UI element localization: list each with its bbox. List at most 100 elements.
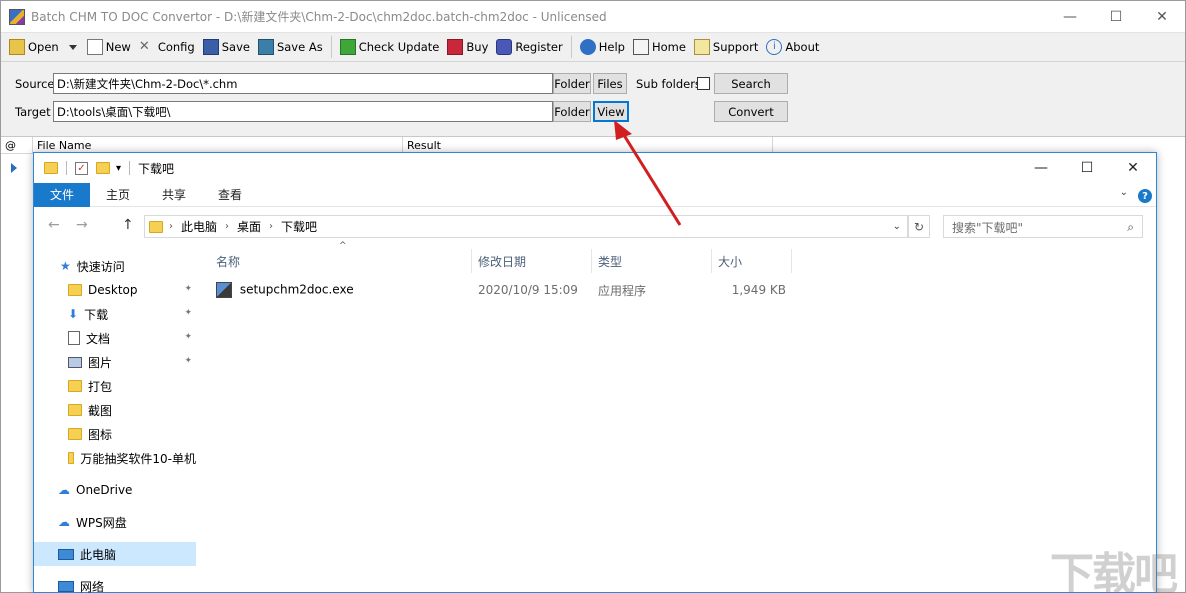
check-update-button[interactable]: Check Update (336, 35, 444, 59)
sidebar-item-pack[interactable]: 打包 (34, 374, 196, 398)
sidebar-item-screenshots[interactable]: 截图 (34, 398, 196, 422)
search-input[interactable]: 搜索"下载吧" ⌕ (943, 215, 1143, 238)
col-name[interactable]: 名称 (210, 249, 472, 273)
address-dropdown-icon[interactable]: ⌄ (893, 221, 901, 232)
file-modified-cell: 2020/10/9 15:09 (478, 283, 578, 297)
refresh-button[interactable]: ↻ (908, 215, 930, 238)
source-row: Source Folder Files Sub folders Search (1, 73, 1185, 95)
minimize-button[interactable]: — (1047, 1, 1093, 32)
document-icon (68, 331, 80, 345)
sidebar-item-desktop[interactable]: Desktop ✦ (34, 278, 196, 302)
help-icon[interactable]: ? (1138, 189, 1152, 203)
support-button[interactable]: Support (690, 35, 762, 59)
app-logo-icon (9, 8, 25, 25)
address-row: ← → ↑ › 此电脑 › 桌面 › 下载吧 ⌄ ↻ 搜索"下载吧" ⌕ (34, 213, 1156, 239)
breadcrumb-desktop[interactable]: 桌面 (231, 218, 267, 235)
config-button[interactable]: ✕ Config (135, 35, 199, 59)
sidebar-item-quick-access[interactable]: ★ 快速访问 (34, 254, 196, 278)
save-as-icon (257, 39, 274, 55)
open-button[interactable]: Open (5, 35, 63, 59)
folder-icon (44, 162, 58, 174)
pin-icon: ✦ (184, 356, 192, 366)
star-icon: ★ (60, 259, 71, 273)
forward-arrow-icon[interactable]: → (76, 217, 88, 233)
properties-check-icon[interactable]: ✓ (75, 161, 88, 175)
sidebar-item-this-pc[interactable]: 此电脑 (34, 542, 196, 566)
sidebar-item-downloads[interactable]: ⬇ 下载 ✦ (34, 302, 196, 326)
col-size[interactable]: 大小 (712, 249, 792, 273)
watermark-logo: 下载吧 (1050, 549, 1178, 593)
view-button[interactable]: View (593, 101, 629, 122)
row-indicator-icon (11, 163, 17, 173)
about-button[interactable]: i About (762, 35, 823, 59)
tab-home[interactable]: 主页 (90, 183, 146, 207)
update-icon (339, 39, 356, 55)
col-modified[interactable]: 修改日期 (472, 249, 592, 273)
sidebar-item-onedrive[interactable]: ☁ OneDrive (34, 478, 196, 502)
breadcrumb-separator-icon: › (169, 221, 173, 232)
help-button[interactable]: Help (576, 35, 629, 59)
save-button[interactable]: Save (199, 35, 254, 59)
subfolders-checkbox[interactable] (697, 77, 710, 90)
buy-button[interactable]: Buy (443, 35, 492, 59)
explorer-title: 下载吧 (138, 161, 175, 176)
sidebar-item-icons[interactable]: 图标 (34, 422, 196, 446)
tab-file[interactable]: 文件 (34, 182, 91, 207)
folder-icon (68, 428, 82, 440)
file-name-cell: setupchm2doc.exe (210, 282, 472, 298)
explorer-window: ✓ ▾ 下载吧 — ☐ ✕ 文件 主页 共享 查看 ⌄ ? ← → ↑ › 此电… (33, 152, 1157, 593)
sidebar-item-lottery[interactable]: 万能抽奖软件10-单机 (34, 446, 196, 470)
sidebar-item-wps[interactable]: ☁ WPS网盘 (34, 510, 196, 534)
new-button[interactable]: New (83, 35, 135, 59)
app-title: Batch CHM TO DOC Convertor - D:\新建文件夹\Ch… (31, 10, 607, 24)
qa-dropdown-icon[interactable]: ▾ (116, 163, 121, 174)
explorer-maximize-button[interactable]: ☐ (1064, 153, 1110, 183)
save-as-button[interactable]: Save As (254, 35, 327, 59)
explorer-close-button[interactable]: ✕ (1110, 153, 1156, 183)
open-dropdown-arrow-icon[interactable] (68, 44, 77, 50)
breadcrumb-this-pc[interactable]: 此电脑 (175, 218, 223, 235)
home-button[interactable]: Home (629, 35, 690, 59)
back-arrow-icon[interactable]: ← (48, 217, 60, 233)
picture-icon (68, 356, 82, 368)
cloud-icon: ☁ (58, 515, 70, 529)
sidebar-item-documents[interactable]: 文档 ✦ (34, 326, 196, 350)
close-button[interactable]: ✕ (1139, 1, 1185, 32)
source-path-input[interactable] (53, 73, 553, 94)
toolbar-separator (330, 36, 332, 58)
explorer-minimize-button[interactable]: — (1018, 153, 1064, 183)
file-row[interactable]: setupchm2doc.exe 2020/10/9 15:09 应用程序 1,… (210, 279, 792, 301)
address-bar[interactable]: › 此电脑 › 桌面 › 下载吧 ⌄ (144, 215, 908, 238)
tab-view[interactable]: 查看 (202, 183, 258, 207)
expand-ribbon-icon[interactable]: ⌄ (1120, 187, 1128, 198)
source-folder-button[interactable]: Folder (553, 73, 591, 94)
ribbon-tabs: 文件 主页 共享 查看 ⌄ ? (34, 182, 1156, 207)
source-files-button[interactable]: Files (593, 73, 627, 94)
col-type[interactable]: 类型 (592, 249, 712, 273)
breadcrumb-download[interactable]: 下载吧 (275, 218, 323, 235)
maximize-button[interactable]: ☐ (1093, 1, 1139, 32)
tab-share[interactable]: 共享 (146, 183, 202, 207)
sidebar-item-pictures[interactable]: 图片 ✦ (34, 350, 196, 374)
convert-button[interactable]: Convert (714, 101, 788, 122)
cloud-icon: ☁ (58, 483, 70, 497)
floppy-disk-icon (202, 39, 219, 55)
tools-icon: ✕ (138, 39, 150, 54)
info-icon: i (766, 39, 783, 55)
folder-icon (68, 284, 82, 296)
sidebar-item-network[interactable]: 网络 (34, 574, 196, 593)
network-icon (58, 580, 74, 592)
cart-icon (447, 39, 464, 55)
folder-icon (149, 220, 163, 233)
grid-col-at[interactable]: @ (1, 137, 33, 154)
register-button[interactable]: Register (492, 35, 566, 59)
new-folder-icon[interactable] (96, 162, 110, 174)
up-arrow-icon[interactable]: ↑ (122, 217, 134, 233)
target-folder-button[interactable]: Folder (553, 101, 591, 122)
explorer-titlebar: ✓ ▾ 下载吧 — ☐ ✕ (34, 153, 1156, 183)
pin-icon: ✦ (184, 284, 192, 294)
file-type-cell: 应用程序 (598, 283, 647, 298)
search-button[interactable]: Search (714, 73, 788, 94)
target-path-input[interactable] (53, 101, 553, 122)
search-placeholder: 搜索"下载吧" (952, 221, 1024, 235)
